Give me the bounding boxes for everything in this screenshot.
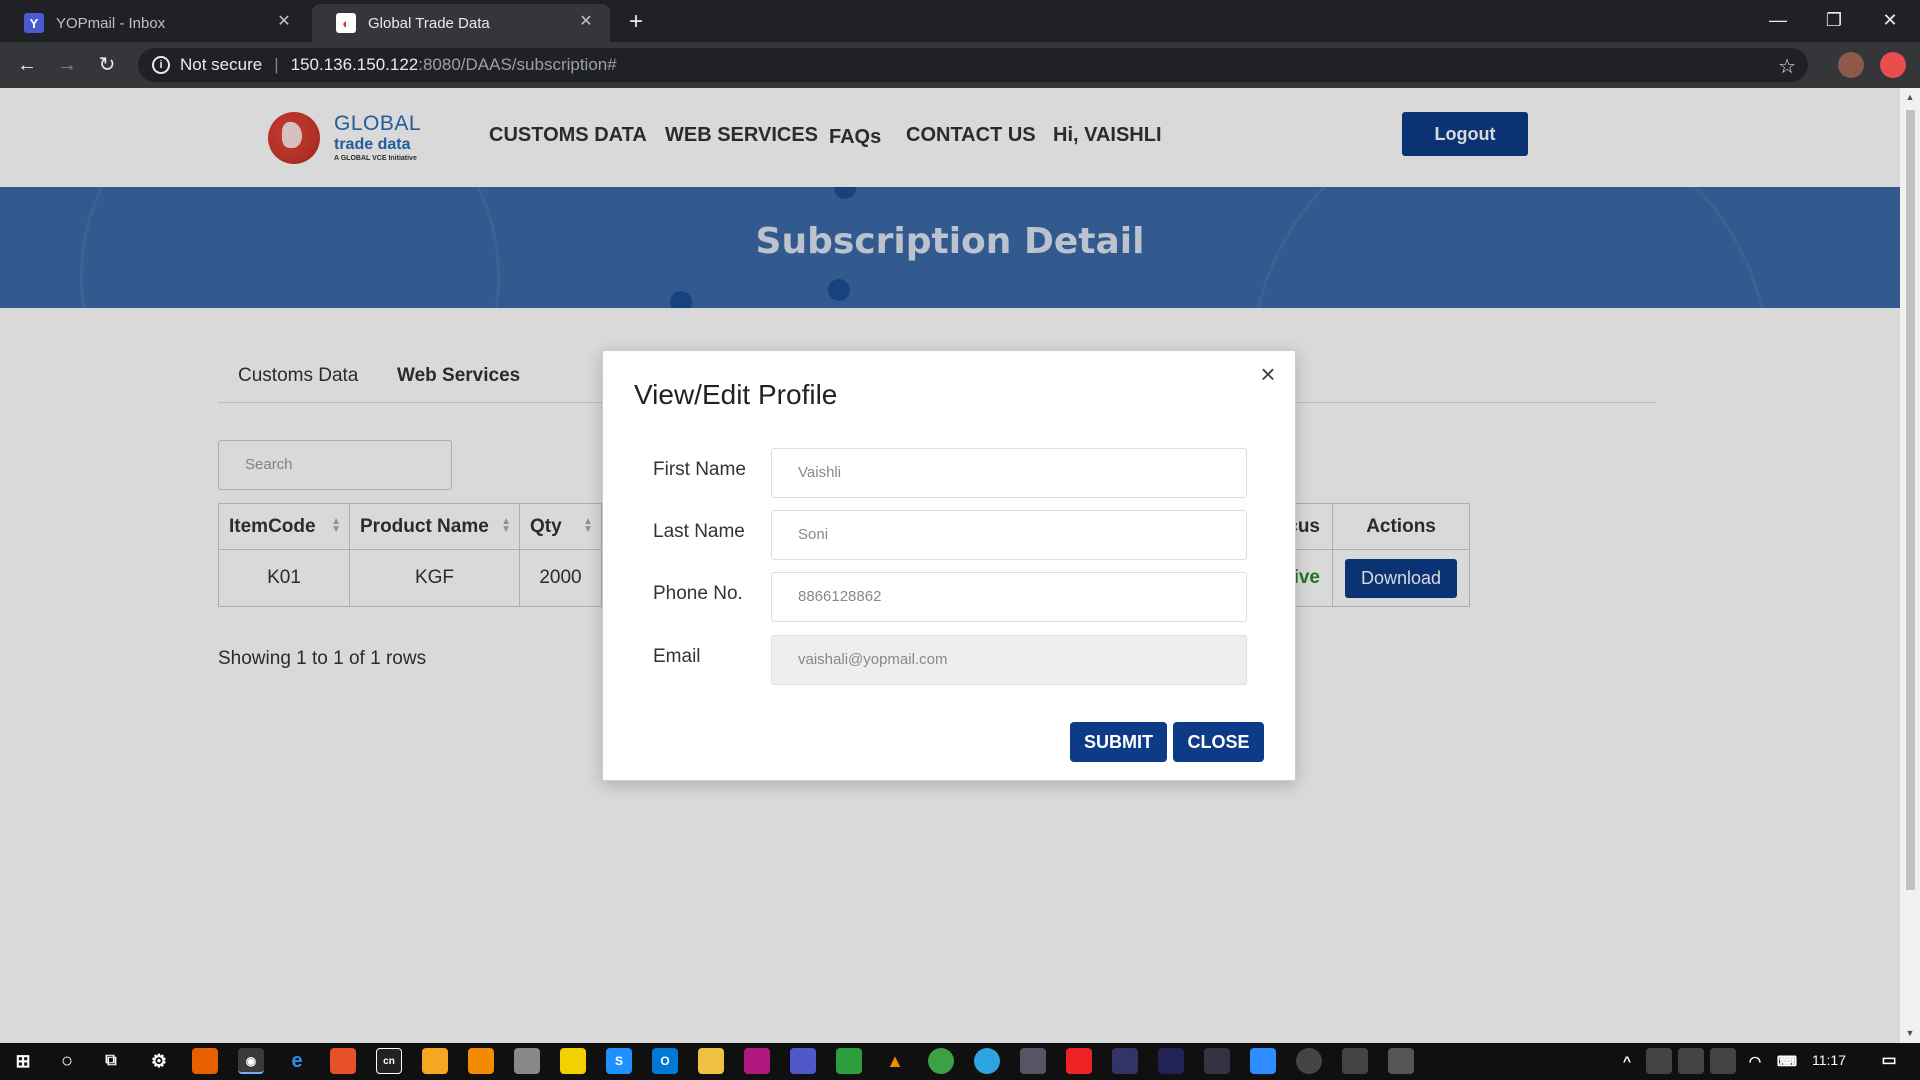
- security-label: Not secure: [180, 55, 263, 74]
- submit-button[interactable]: SUBMIT: [1070, 722, 1167, 762]
- task-view-icon[interactable]: ⧉: [98, 1048, 124, 1074]
- tray-icon[interactable]: [1678, 1048, 1704, 1074]
- reload-icon[interactable]: ↻: [92, 50, 122, 80]
- edge-icon[interactable]: e: [284, 1048, 310, 1074]
- email-label: Email: [653, 646, 701, 667]
- search-icon[interactable]: ○: [54, 1048, 80, 1074]
- settings-gear-icon[interactable]: ⚙: [146, 1048, 172, 1074]
- modal-close-icon[interactable]: ×: [1255, 361, 1281, 387]
- profile-modal: View/Edit Profile × First Name Vaishli L…: [602, 350, 1296, 781]
- firefox-icon[interactable]: [192, 1048, 218, 1074]
- keyboard-icon[interactable]: ⌨: [1774, 1048, 1800, 1074]
- app-icon[interactable]: [1158, 1048, 1184, 1074]
- info-icon[interactable]: i: [152, 56, 170, 74]
- first-name-label: First Name: [653, 459, 746, 480]
- windows-start-icon[interactable]: ⊞: [10, 1048, 36, 1074]
- app-icon[interactable]: [928, 1048, 954, 1074]
- minimize-icon[interactable]: —: [1750, 0, 1806, 40]
- telegram-icon[interactable]: [974, 1048, 1000, 1074]
- notifications-icon[interactable]: ▭: [1876, 1048, 1902, 1074]
- tab-yopmail[interactable]: Y YOPmail - Inbox ✕: [0, 4, 308, 42]
- teams-icon[interactable]: [790, 1048, 816, 1074]
- scroll-up-icon[interactable]: ▲: [1905, 92, 1915, 102]
- app-icon[interactable]: [468, 1048, 494, 1074]
- page-scrollbar[interactable]: ▲ ▼: [1900, 88, 1920, 1043]
- first-name-field[interactable]: Vaishli: [771, 448, 1247, 498]
- address-bar[interactable]: i Not secure | 150.136.150.122 :8080/DAA…: [138, 48, 1808, 82]
- modal-title: View/Edit Profile: [634, 379, 838, 410]
- file-explorer-icon[interactable]: [698, 1048, 724, 1074]
- chrome-icon[interactable]: ◉: [238, 1048, 264, 1074]
- vlc-icon[interactable]: ▲: [882, 1048, 908, 1074]
- app-icon[interactable]: [1388, 1048, 1414, 1074]
- extension-icon[interactable]: [1880, 52, 1906, 78]
- wifi-icon[interactable]: ◠: [1742, 1048, 1768, 1074]
- yopmail-favicon-icon: Y: [24, 13, 44, 33]
- anydesk-icon[interactable]: [1066, 1048, 1092, 1074]
- back-arrow-icon[interactable]: ←: [12, 50, 42, 80]
- tray-icon[interactable]: [1710, 1048, 1736, 1074]
- tray-icon[interactable]: [1646, 1048, 1672, 1074]
- url-path: :8080/DAAS/subscription#: [418, 55, 617, 74]
- browser-tab-strip: Y YOPmail - Inbox ✕ ◐ Global Trade Data …: [0, 0, 1920, 42]
- windows-taskbar: ⊞ ○ ⧉ ⚙ ◉ e cn S O ▲ ^ ◠ ⌨ 11:17 ▭: [0, 1043, 1920, 1080]
- close-button[interactable]: CLOSE: [1173, 722, 1264, 762]
- taskbar-clock[interactable]: 11:17: [1812, 1052, 1846, 1068]
- phone-field[interactable]: 8866128862: [771, 572, 1247, 622]
- url-host: 150.136.150.122: [290, 55, 419, 74]
- scrollbar-thumb[interactable]: [1906, 110, 1915, 890]
- divider: |: [274, 55, 279, 74]
- tab-close-icon[interactable]: ✕: [274, 12, 294, 32]
- bookmark-star-icon[interactable]: ☆: [1778, 54, 1796, 79]
- new-tab-button[interactable]: +: [620, 6, 652, 38]
- tray-chevron-icon[interactable]: ^: [1614, 1048, 1640, 1074]
- app-icon[interactable]: [1296, 1048, 1322, 1074]
- outlook-icon[interactable]: O: [652, 1048, 678, 1074]
- terminal-icon[interactable]: cn: [376, 1048, 402, 1074]
- profile-avatar[interactable]: [1838, 52, 1864, 78]
- app-icon[interactable]: [1342, 1048, 1368, 1074]
- web-page: GLOBAL trade data A GLOBAL VCE Initiativ…: [0, 88, 1900, 1043]
- window-close-icon[interactable]: ✕: [1862, 0, 1918, 40]
- app-icon[interactable]: [514, 1048, 540, 1074]
- app-icon[interactable]: [1020, 1048, 1046, 1074]
- globe-favicon-icon: ◐: [336, 13, 356, 33]
- tab-close-icon[interactable]: ✕: [576, 12, 596, 32]
- restore-icon[interactable]: ❐: [1806, 0, 1862, 40]
- last-name-label: Last Name: [653, 521, 745, 542]
- app-icon[interactable]: [1112, 1048, 1138, 1074]
- app-icon[interactable]: [330, 1048, 356, 1074]
- forward-arrow-icon[interactable]: →: [52, 50, 82, 80]
- tab-title: YOPmail - Inbox: [56, 14, 166, 32]
- app-icon[interactable]: [1204, 1048, 1230, 1074]
- browser-toolbar: ← → ↻ i Not secure | 150.136.150.122 :80…: [0, 42, 1920, 88]
- scroll-down-icon[interactable]: ▼: [1905, 1028, 1915, 1038]
- phpstorm-icon[interactable]: [744, 1048, 770, 1074]
- tab-title: Global Trade Data: [368, 14, 490, 32]
- skype-icon[interactable]: S: [606, 1048, 632, 1074]
- tab-global-trade-data[interactable]: ◐ Global Trade Data ✕: [312, 4, 610, 42]
- excel-icon[interactable]: [836, 1048, 862, 1074]
- email-field: vaishali@yopmail.com: [771, 635, 1247, 685]
- last-name-field[interactable]: Soni: [771, 510, 1247, 560]
- zoom-icon[interactable]: [1250, 1048, 1276, 1074]
- sticky-notes-icon[interactable]: [560, 1048, 586, 1074]
- sublime-icon[interactable]: [422, 1048, 448, 1074]
- phone-label: Phone No.: [653, 583, 743, 604]
